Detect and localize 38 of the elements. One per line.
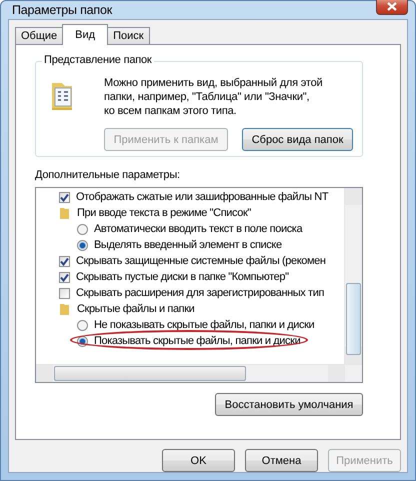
button[interactable]: Отмена <box>245 449 318 472</box>
tab[interactable]: Поиск <box>107 27 150 44</box>
tab[interactable]: Общие <box>15 27 64 44</box>
description-text: папки, например, "Таблица" или "Значки", <box>104 90 310 104</box>
description-text: Можно применить вид, выбранный для этой <box>104 76 324 90</box>
close-icon <box>387 2 397 10</box>
check-icon <box>60 192 69 202</box>
folder-icon <box>60 207 69 219</box>
checkbox[interactable] <box>59 192 70 202</box>
option-label: Выделять введенный элемент в списке <box>94 239 282 251</box>
window-title: Параметры папок <box>11 3 112 17</box>
section-label: Дополнительные параметры: <box>35 169 181 183</box>
description-text: ко всем папкам этого типа. <box>104 104 238 118</box>
option-label: Автоматически вводить текст в поле поиска <box>94 223 302 235</box>
vertical-scrollbar[interactable] <box>344 188 362 364</box>
checkbox[interactable] <box>59 288 70 298</box>
button[interactable]: OK <box>162 449 235 472</box>
option-label: При вводе текста в режиме "Список" <box>77 207 251 219</box>
option-label: Показывать скрытые файлы, папки и диски <box>94 335 300 347</box>
radio-button[interactable] <box>77 320 88 330</box>
tab[interactable]: Вид <box>62 24 108 45</box>
folder-icon <box>60 303 69 315</box>
option-label: Отображать сжатые или зашифрованные файлы NT <box>76 191 328 203</box>
radio-button[interactable] <box>77 240 88 250</box>
option-label: Скрытые файлы и папки <box>77 303 194 315</box>
close-button[interactable] <box>376 0 408 15</box>
folder-view-icon <box>50 80 74 112</box>
restore-defaults-button[interactable]: Восстановить умолчания <box>215 393 363 416</box>
option-label: Скрывать расширения для зарегистрированных тип <box>76 287 324 299</box>
group-title: Представление папок <box>42 54 154 66</box>
option-label: Скрывать защищенные системные файлы (рекомен <box>76 255 326 267</box>
option-label: Не показывать скрытые файлы, папки и диски <box>94 319 314 331</box>
option-label: Скрывать пустые диски в папке "Компьютер" <box>76 271 289 283</box>
horizontal-scrollbar[interactable] <box>36 364 362 382</box>
checkbox[interactable] <box>59 272 70 282</box>
button[interactable]: Сброс вида папок <box>242 128 353 151</box>
radio-button[interactable] <box>77 224 88 234</box>
checkbox[interactable] <box>59 256 70 266</box>
